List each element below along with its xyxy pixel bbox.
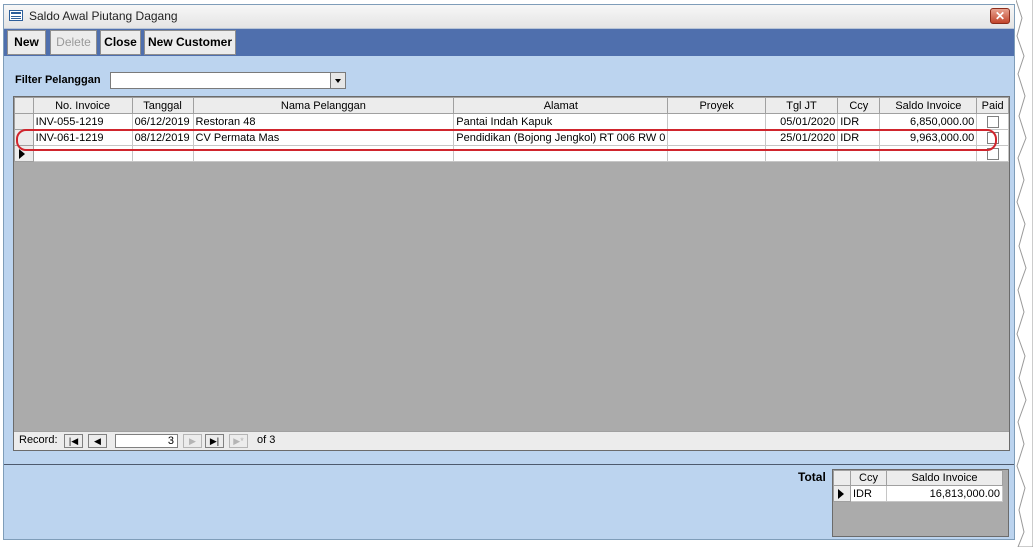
total-header-row: Ccy Saldo Invoice <box>833 470 1003 486</box>
cell-invoice-new[interactable] <box>32 145 133 162</box>
cell-saldo[interactable]: 6,850,000.00 <box>879 113 978 130</box>
grid-header-row: No. Invoice Tanggal Nama Pelanggan Alama… <box>14 97 1009 114</box>
close-window-button[interactable]: ✕ <box>990 8 1010 24</box>
total-row-selector-header <box>833 470 851 486</box>
next-record-icon[interactable]: ▶ <box>183 434 202 448</box>
new-customer-button[interactable]: New Customer <box>144 30 236 55</box>
invoice-grid: No. Invoice Tanggal Nama Pelanggan Alama… <box>13 96 1010 451</box>
cell-saldo[interactable]: 9,963,000.00 <box>879 129 978 146</box>
table-row[interactable]: INV-055-1219 06/12/2019 Restoran 48 Pant… <box>14 113 1009 130</box>
total-cell-ccy[interactable]: IDR <box>850 485 887 502</box>
record-label: Record: <box>19 434 58 446</box>
current-row-arrow-icon <box>19 148 25 159</box>
col-no-invoice[interactable]: No. Invoice <box>32 97 133 114</box>
cell-ccy[interactable]: IDR <box>837 113 881 130</box>
cell-nama-new[interactable] <box>192 145 455 162</box>
cell-paid-new[interactable] <box>976 145 1009 162</box>
col-tanggal[interactable]: Tanggal <box>131 97 194 114</box>
new-button[interactable]: New <box>7 30 46 55</box>
cell-nama[interactable]: Restoran 48 <box>192 113 455 130</box>
col-saldo-invoice[interactable]: Saldo Invoice <box>879 97 978 114</box>
filter-customer-combo[interactable] <box>110 72 346 89</box>
row-selector[interactable] <box>14 129 34 146</box>
paid-checkbox[interactable] <box>986 115 999 128</box>
total-col-saldo: Saldo Invoice <box>886 470 1003 486</box>
current-row-arrow-icon <box>838 488 844 499</box>
row-selector-header <box>14 97 34 114</box>
form-icon <box>9 10 23 21</box>
cell-tgl-jt[interactable]: 05/01/2020 <box>764 113 839 130</box>
cell-alamat[interactable]: Pantai Indah Kapuk <box>453 113 669 130</box>
row-selector[interactable] <box>14 113 34 130</box>
table-row[interactable]: INV-061-1219 08/12/2019 CV Permata Mas P… <box>14 129 1009 146</box>
chevron-down-icon[interactable] <box>330 73 345 88</box>
divider <box>4 464 1014 465</box>
paid-checkbox[interactable] <box>986 147 999 160</box>
col-paid[interactable]: Paid <box>976 97 1009 114</box>
col-alamat[interactable]: Alamat <box>453 97 669 114</box>
cell-tanggal[interactable]: 06/12/2019 <box>131 113 194 130</box>
new-record-row[interactable] <box>14 145 1009 162</box>
cell-saldo-new[interactable] <box>879 145 978 162</box>
delete-button[interactable]: Delete <box>50 30 97 55</box>
total-row[interactable]: IDR 16,813,000.00 <box>833 485 1003 502</box>
record-number-input[interactable]: 3 <box>115 434 178 448</box>
row-selector[interactable] <box>833 485 851 502</box>
col-tgl-jt[interactable]: Tgl JT <box>764 97 839 114</box>
form-window: Saldo Awal Piutang Dagang ✕ New Delete C… <box>3 4 1015 540</box>
cell-ccy-new[interactable] <box>837 145 881 162</box>
window-title: Saldo Awal Piutang Dagang <box>29 9 178 23</box>
cell-tanggal-new[interactable] <box>131 145 194 162</box>
cell-ccy[interactable]: IDR <box>837 129 881 146</box>
first-record-icon[interactable]: |◀ <box>64 434 83 448</box>
close-icon: ✕ <box>994 9 1006 23</box>
previous-record-icon[interactable]: ◀ <box>88 434 107 448</box>
cell-paid[interactable] <box>976 113 1009 130</box>
toolbar: New Delete Close New Customer <box>4 29 1014 56</box>
cell-proyek[interactable] <box>667 113 766 130</box>
cell-paid[interactable] <box>976 129 1009 146</box>
col-proyek[interactable]: Proyek <box>667 97 766 114</box>
cell-proyek-new[interactable] <box>667 145 766 162</box>
cell-nama[interactable]: CV Permata Mas <box>192 129 455 146</box>
record-navigator: Record: |◀ ◀ 3 ▶ ▶| ▶* of 3 <box>14 431 1009 450</box>
close-button[interactable]: Close <box>100 30 141 55</box>
cell-tanggal[interactable]: 08/12/2019 <box>131 129 194 146</box>
cell-alamat-new[interactable] <box>453 145 669 162</box>
row-selector[interactable] <box>14 145 34 162</box>
title-bar: Saldo Awal Piutang Dagang ✕ <box>4 5 1014 29</box>
total-col-ccy: Ccy <box>850 470 887 486</box>
torn-edge-decoration <box>1016 0 1033 547</box>
col-ccy[interactable]: Ccy <box>837 97 881 114</box>
cell-alamat[interactable]: Pendidikan (Bojong Jengkol) RT 006 RW 0 <box>453 129 669 146</box>
cell-proyek[interactable] <box>667 129 766 146</box>
paid-checkbox[interactable] <box>986 131 999 144</box>
total-cell-saldo[interactable]: 16,813,000.00 <box>886 485 1003 502</box>
total-label: Total <box>798 470 826 484</box>
col-nama-pelanggan[interactable]: Nama Pelanggan <box>192 97 455 114</box>
total-grid: Ccy Saldo Invoice IDR 16,813,000.00 <box>832 469 1009 537</box>
cell-tgl-jt-new[interactable] <box>764 145 839 162</box>
cell-invoice[interactable]: INV-061-1219 <box>32 129 133 146</box>
last-record-icon[interactable]: ▶| <box>205 434 224 448</box>
cell-invoice[interactable]: INV-055-1219 <box>32 113 133 130</box>
record-count: of 3 <box>257 434 276 446</box>
filter-label: Filter Pelanggan <box>15 74 101 86</box>
new-record-icon[interactable]: ▶* <box>229 434 248 448</box>
cell-tgl-jt[interactable]: 25/01/2020 <box>764 129 839 146</box>
